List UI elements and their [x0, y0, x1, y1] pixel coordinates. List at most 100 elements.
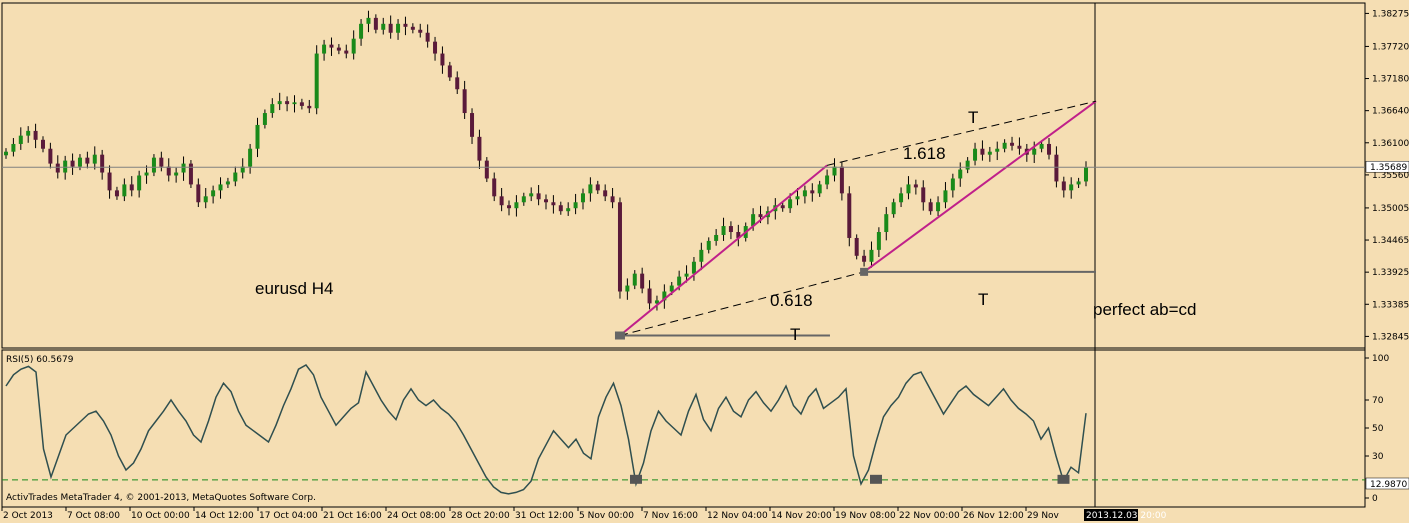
candle-body [322, 44, 327, 54]
point-a-marker[interactable] [614, 331, 625, 340]
price-tick-label: 1.37180 [1372, 75, 1409, 85]
candle-body [137, 175, 142, 191]
time-tick-label: 19 Nov 08:00 [835, 511, 896, 521]
candle-body [847, 193, 852, 238]
candle-body [795, 196, 800, 200]
candle-body [936, 202, 941, 212]
candle-body [617, 202, 622, 292]
candle-body [455, 77, 460, 90]
price-tick-label: 1.34465 [1372, 236, 1409, 246]
candle-body [802, 190, 807, 197]
cd-leg-line[interactable] [863, 100, 1097, 273]
candle-body [788, 199, 793, 209]
candle-body [913, 184, 918, 188]
candle-body [580, 193, 585, 203]
candle-body [329, 44, 334, 48]
candle-body [832, 166, 837, 176]
fib-0618-label: 0.618 [770, 291, 813, 310]
price-tick-label: 1.33385 [1372, 300, 1409, 310]
candle-body [899, 193, 904, 203]
rsi-marker[interactable] [1057, 474, 1070, 484]
rsi-tick-label: 0 [1372, 494, 1378, 504]
time-tick-label: 31 Oct 12:00 [515, 511, 574, 521]
candle-body [403, 23, 408, 27]
candle-body [928, 202, 933, 212]
candle-body [484, 160, 489, 179]
candle-body [181, 163, 186, 173]
candle-body [188, 163, 193, 185]
time-tick-label: 5 Nov 00:00 [579, 511, 634, 521]
candle-body [514, 202, 519, 209]
candle-body [558, 205, 563, 212]
candle-body [418, 29, 423, 33]
rsi-marker[interactable] [870, 474, 882, 484]
rsi-level-label: 12.9870 [1370, 480, 1407, 490]
candle-body [862, 255, 867, 262]
candle-body [854, 237, 859, 256]
candle-body [706, 240, 711, 250]
time-tick-label: 2 Oct 2013 [3, 511, 53, 521]
time-tick-label: 17 Oct 04:00 [259, 511, 318, 521]
rsi-series [2, 364, 1365, 495]
candle-body [48, 148, 53, 164]
rsi-tick-label: 50 [1372, 424, 1384, 434]
point-c-marker[interactable] [860, 267, 869, 276]
candle-body [943, 190, 948, 203]
candle-body [684, 273, 689, 277]
candle-body [780, 205, 785, 209]
candle-body [262, 113, 267, 125]
time-tick-label: 26 Nov 12:00 [963, 511, 1024, 521]
candle-body [1032, 148, 1037, 155]
fib-1618-label: 1.618 [903, 144, 946, 163]
time-tick-label: 12 Nov 04:00 [707, 511, 768, 521]
candle-body [825, 175, 830, 185]
rsi-tick-label: 100 [1372, 354, 1389, 364]
candle-body [292, 102, 297, 105]
t-middle-label: T [978, 290, 988, 309]
candle-body [632, 273, 637, 286]
candle-body [388, 23, 393, 33]
rsi-title: RSI(5) 60.5679 [6, 355, 74, 365]
candle-body [521, 196, 526, 203]
rsi-marker[interactable] [630, 474, 642, 484]
candle-body [529, 193, 534, 197]
time-tick-label: 10 Oct 00:00 [131, 511, 190, 521]
candle-body [1002, 142, 1007, 149]
candle-body [55, 163, 60, 173]
candle-body [211, 190, 216, 197]
candle-body [299, 102, 304, 106]
candle-body [381, 23, 386, 30]
candle-body [1069, 184, 1074, 191]
time-tick-label: 7 Nov 16:00 [643, 511, 698, 521]
candle-body [270, 104, 275, 114]
candle-body [396, 23, 401, 33]
rsi-line [5, 364, 1087, 495]
candle-body [647, 288, 652, 304]
time-cursor-label: 2013.12.03 20:00 [1086, 511, 1167, 521]
current-price-label: 1.35689 [1370, 163, 1407, 173]
candle-body [77, 157, 82, 167]
candle-body [603, 190, 608, 197]
time-tick-label: 28 Oct 20:00 [451, 511, 510, 521]
candle-body [995, 148, 1000, 152]
candle-body [277, 101, 282, 105]
candle-body [1084, 167, 1088, 182]
price-panel-frame [1, 2, 1366, 349]
chart-svg: 1.382751.377201.371801.366401.361001.355… [1, 2, 1409, 521]
time-tick-label: 7 Oct 08:00 [67, 511, 120, 521]
candle-body [891, 202, 896, 215]
candle-body [314, 53, 319, 109]
candle-body [728, 226, 733, 233]
time-axis-labels: 2 Oct 2013 7 Oct 08:00 10 Oct 00:00 14 Oct … [1, 507, 1060, 521]
candle-body [810, 190, 815, 194]
candle-body [921, 187, 926, 203]
candle-body [640, 273, 645, 289]
candle-body [129, 184, 134, 191]
price-tick-label: 1.38275 [1372, 9, 1409, 19]
candle-body [26, 130, 31, 136]
candle-body [166, 166, 171, 176]
candle-body [40, 139, 45, 149]
candle-body [566, 208, 571, 212]
candle-body [1076, 181, 1081, 185]
candle-body [499, 196, 504, 206]
